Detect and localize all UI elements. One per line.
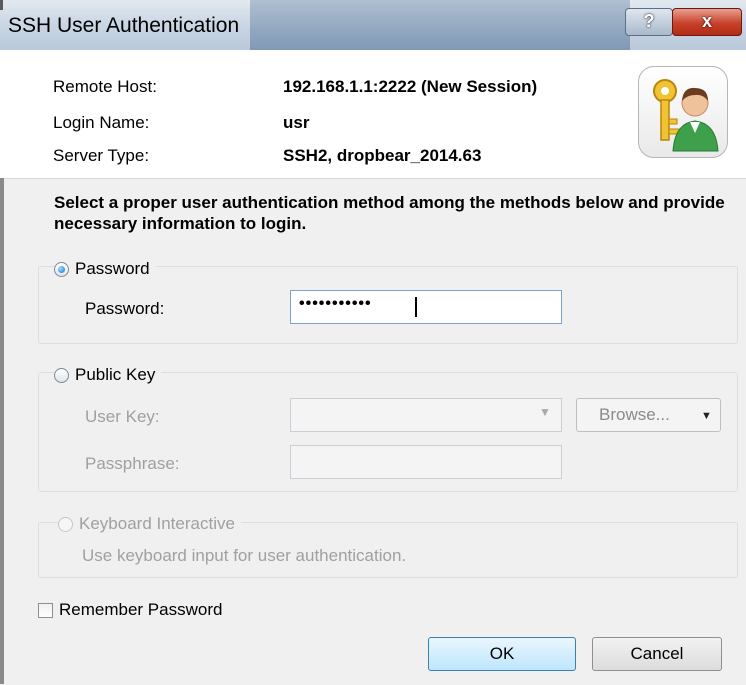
remember-password-option[interactable]: Remember Password — [38, 599, 222, 621]
keyboard-interactive-option: Keyboard Interactive — [58, 513, 241, 535]
user-key-select[interactable]: ▼ — [290, 398, 562, 432]
password-method-label: Password — [75, 259, 156, 279]
keyboard-interactive-label: Keyboard Interactive — [79, 514, 241, 534]
title-bar[interactable]: SSH User Authentication ? x — [0, 0, 746, 50]
password-input-value: ••••••••••• — [299, 295, 372, 312]
help-button[interactable]: ? — [625, 8, 673, 36]
remember-password-checkbox[interactable] — [38, 602, 53, 618]
window-left-edge — [0, 178, 4, 684]
remember-password-label: Remember Password — [59, 600, 223, 619]
public-key-radio[interactable] — [54, 367, 69, 383]
browse-button[interactable]: Browse... ▼ — [576, 398, 721, 432]
password-method-option[interactable]: Password — [54, 258, 156, 280]
user-key-label: User Key: — [85, 407, 160, 426]
server-type-label: Server Type: — [53, 146, 150, 165]
chevron-down-icon: ▼ — [701, 410, 712, 422]
close-button[interactable]: x — [672, 8, 742, 36]
ok-button[interactable]: OK — [428, 637, 576, 671]
passphrase-label: Passphrase: — [85, 454, 180, 473]
keyboard-interactive-radio — [58, 516, 73, 532]
user-key-icon — [638, 66, 728, 158]
public-key-method-label: Public Key — [75, 365, 162, 385]
title-bar-glass — [250, 0, 630, 50]
window-title: SSH User Authentication — [8, 14, 240, 37]
passphrase-input[interactable] — [290, 445, 562, 479]
text-caret — [415, 297, 417, 317]
instruction-text: Select a proper user authentication meth… — [54, 193, 725, 233]
window-corner-edge — [0, 0, 3, 10]
login-name-label: Login Name: — [53, 113, 150, 132]
keyboard-interactive-description: Use keyboard input for user authenticati… — [82, 546, 407, 565]
browse-button-label: Browse... — [599, 405, 670, 424]
chevron-down-icon: ▼ — [539, 405, 551, 419]
radio-selected-dot — [58, 265, 65, 273]
server-type-value: SSH2, dropbear_2014.63 — [283, 146, 482, 165]
password-radio[interactable] — [54, 261, 69, 277]
public-key-method-option[interactable]: Public Key — [54, 364, 162, 386]
login-name-value: usr — [283, 113, 310, 132]
remote-host-label: Remote Host: — [53, 77, 157, 96]
cancel-button[interactable]: Cancel — [592, 637, 722, 671]
remote-host-value: 192.168.1.1:2222 (New Session) — [283, 77, 538, 96]
password-field-label: Password: — [85, 299, 165, 318]
